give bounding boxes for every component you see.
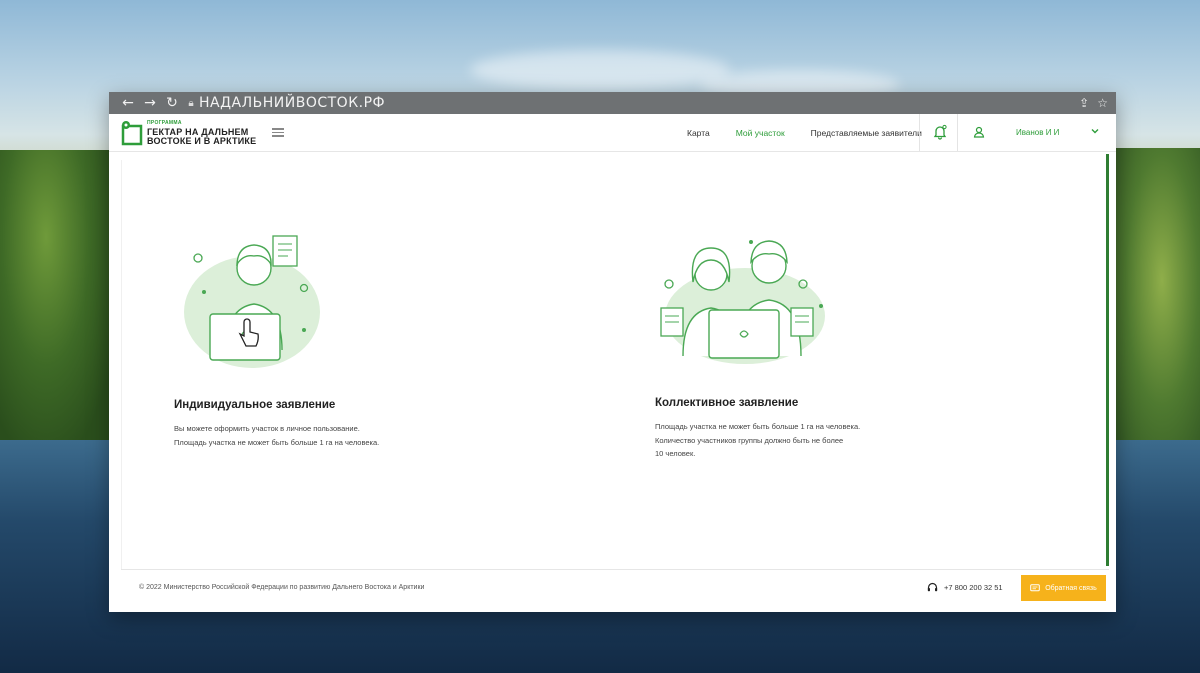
card-text-line: 10 человек. bbox=[655, 449, 696, 458]
scrollbar[interactable] bbox=[1106, 154, 1109, 566]
forest-right bbox=[1105, 148, 1200, 478]
user-name[interactable]: Иванов И И bbox=[1016, 128, 1059, 137]
share-icon[interactable]: ⇪ bbox=[1079, 96, 1089, 110]
site-footer: © 2022 Министерство Российской Федерации… bbox=[121, 569, 1109, 605]
individual-application-illustration bbox=[184, 235, 320, 368]
nav-item-represented-applicants[interactable]: Представляемые заявители bbox=[811, 128, 922, 138]
collective-application-card[interactable]: Коллективное заявление Площадь участка н… bbox=[655, 230, 975, 461]
cloud bbox=[470, 50, 730, 90]
header-divider bbox=[957, 114, 958, 151]
nav-item-my-plot[interactable]: Мой участок bbox=[736, 128, 785, 138]
main-content: Индивидуальное заявление Вы можете оформ… bbox=[121, 160, 1101, 570]
card-text-line: Вы можете оформить участок в личное поль… bbox=[174, 424, 360, 433]
arrow-left-icon[interactable]: ← bbox=[117, 95, 139, 111]
lock-icon: 🔒︎ bbox=[188, 97, 194, 109]
reload-icon[interactable]: ↻ bbox=[161, 95, 183, 111]
feedback-button[interactable]: Обратная связь bbox=[1021, 575, 1106, 601]
nav-item-map[interactable]: Карта bbox=[687, 128, 710, 138]
main-nav: Карта Мой участок Представляемые заявите… bbox=[687, 114, 948, 152]
site-logo[interactable]: ПРОГРАММА ГЕКТАР НА ДАЛЬНЕМ ВОСТОКЕ И В … bbox=[121, 119, 256, 146]
header-divider bbox=[919, 114, 920, 151]
collective-application-description: Площадь участка не может быть больше 1 г… bbox=[655, 420, 975, 461]
card-text-line: Площадь участка не может быть больше 1 г… bbox=[174, 437, 380, 447]
individual-application-title: Индивидуальное заявление bbox=[174, 399, 336, 411]
site-header: ПРОГРАММА ГЕКТАР НА ДАЛЬНЕМ ВОСТОКЕ И В … bbox=[109, 114, 1116, 152]
logo-title-line2: ВОСТОКЕ И В АРКТИКЕ bbox=[147, 136, 257, 146]
star-icon[interactable]: ☆ bbox=[1097, 96, 1108, 110]
collective-application-illustration bbox=[660, 240, 825, 364]
forest-left bbox=[0, 150, 115, 440]
user-icon[interactable] bbox=[973, 126, 985, 138]
collective-application-title: Коллективное заявление bbox=[655, 397, 799, 409]
chevron-down-icon[interactable] bbox=[1090, 126, 1100, 136]
individual-application-description: Вы можете оформить участок в личное поль… bbox=[174, 422, 474, 449]
individual-application-card[interactable]: Индивидуальное заявление Вы можете оформ… bbox=[174, 230, 474, 449]
hamburger-menu-icon[interactable] bbox=[272, 128, 285, 137]
browser-window: ← → ↻ 🔒︎ НАДАЛЬНИЙВОСТОК.РФ ⇪ ☆ ПРОГРАММ… bbox=[109, 92, 1116, 612]
bell-icon[interactable] bbox=[933, 124, 947, 140]
copyright: © 2022 Министерство Российской Федерации… bbox=[139, 584, 425, 591]
phone-number[interactable]: +7 800 200 32 51 bbox=[944, 583, 1003, 592]
logo-mark-icon bbox=[121, 120, 143, 145]
support-phone[interactable]: +7 800 200 32 51 bbox=[927, 582, 1003, 593]
chat-icon bbox=[1030, 583, 1041, 591]
address-bar[interactable]: НАДАЛЬНИЙВОСТОК.РФ bbox=[199, 95, 385, 111]
browser-toolbar: ← → ↻ 🔒︎ НАДАЛЬНИЙВОСТОК.РФ ⇪ ☆ bbox=[109, 92, 1116, 114]
feedback-button-label: Обратная связь bbox=[1045, 584, 1097, 592]
card-text-line: Количество участников группы должно быть… bbox=[655, 435, 844, 445]
card-text-line: Площадь участка не может быть больше 1 г… bbox=[655, 422, 861, 431]
headset-icon bbox=[927, 582, 938, 592]
arrow-right-icon[interactable]: → bbox=[139, 95, 161, 111]
